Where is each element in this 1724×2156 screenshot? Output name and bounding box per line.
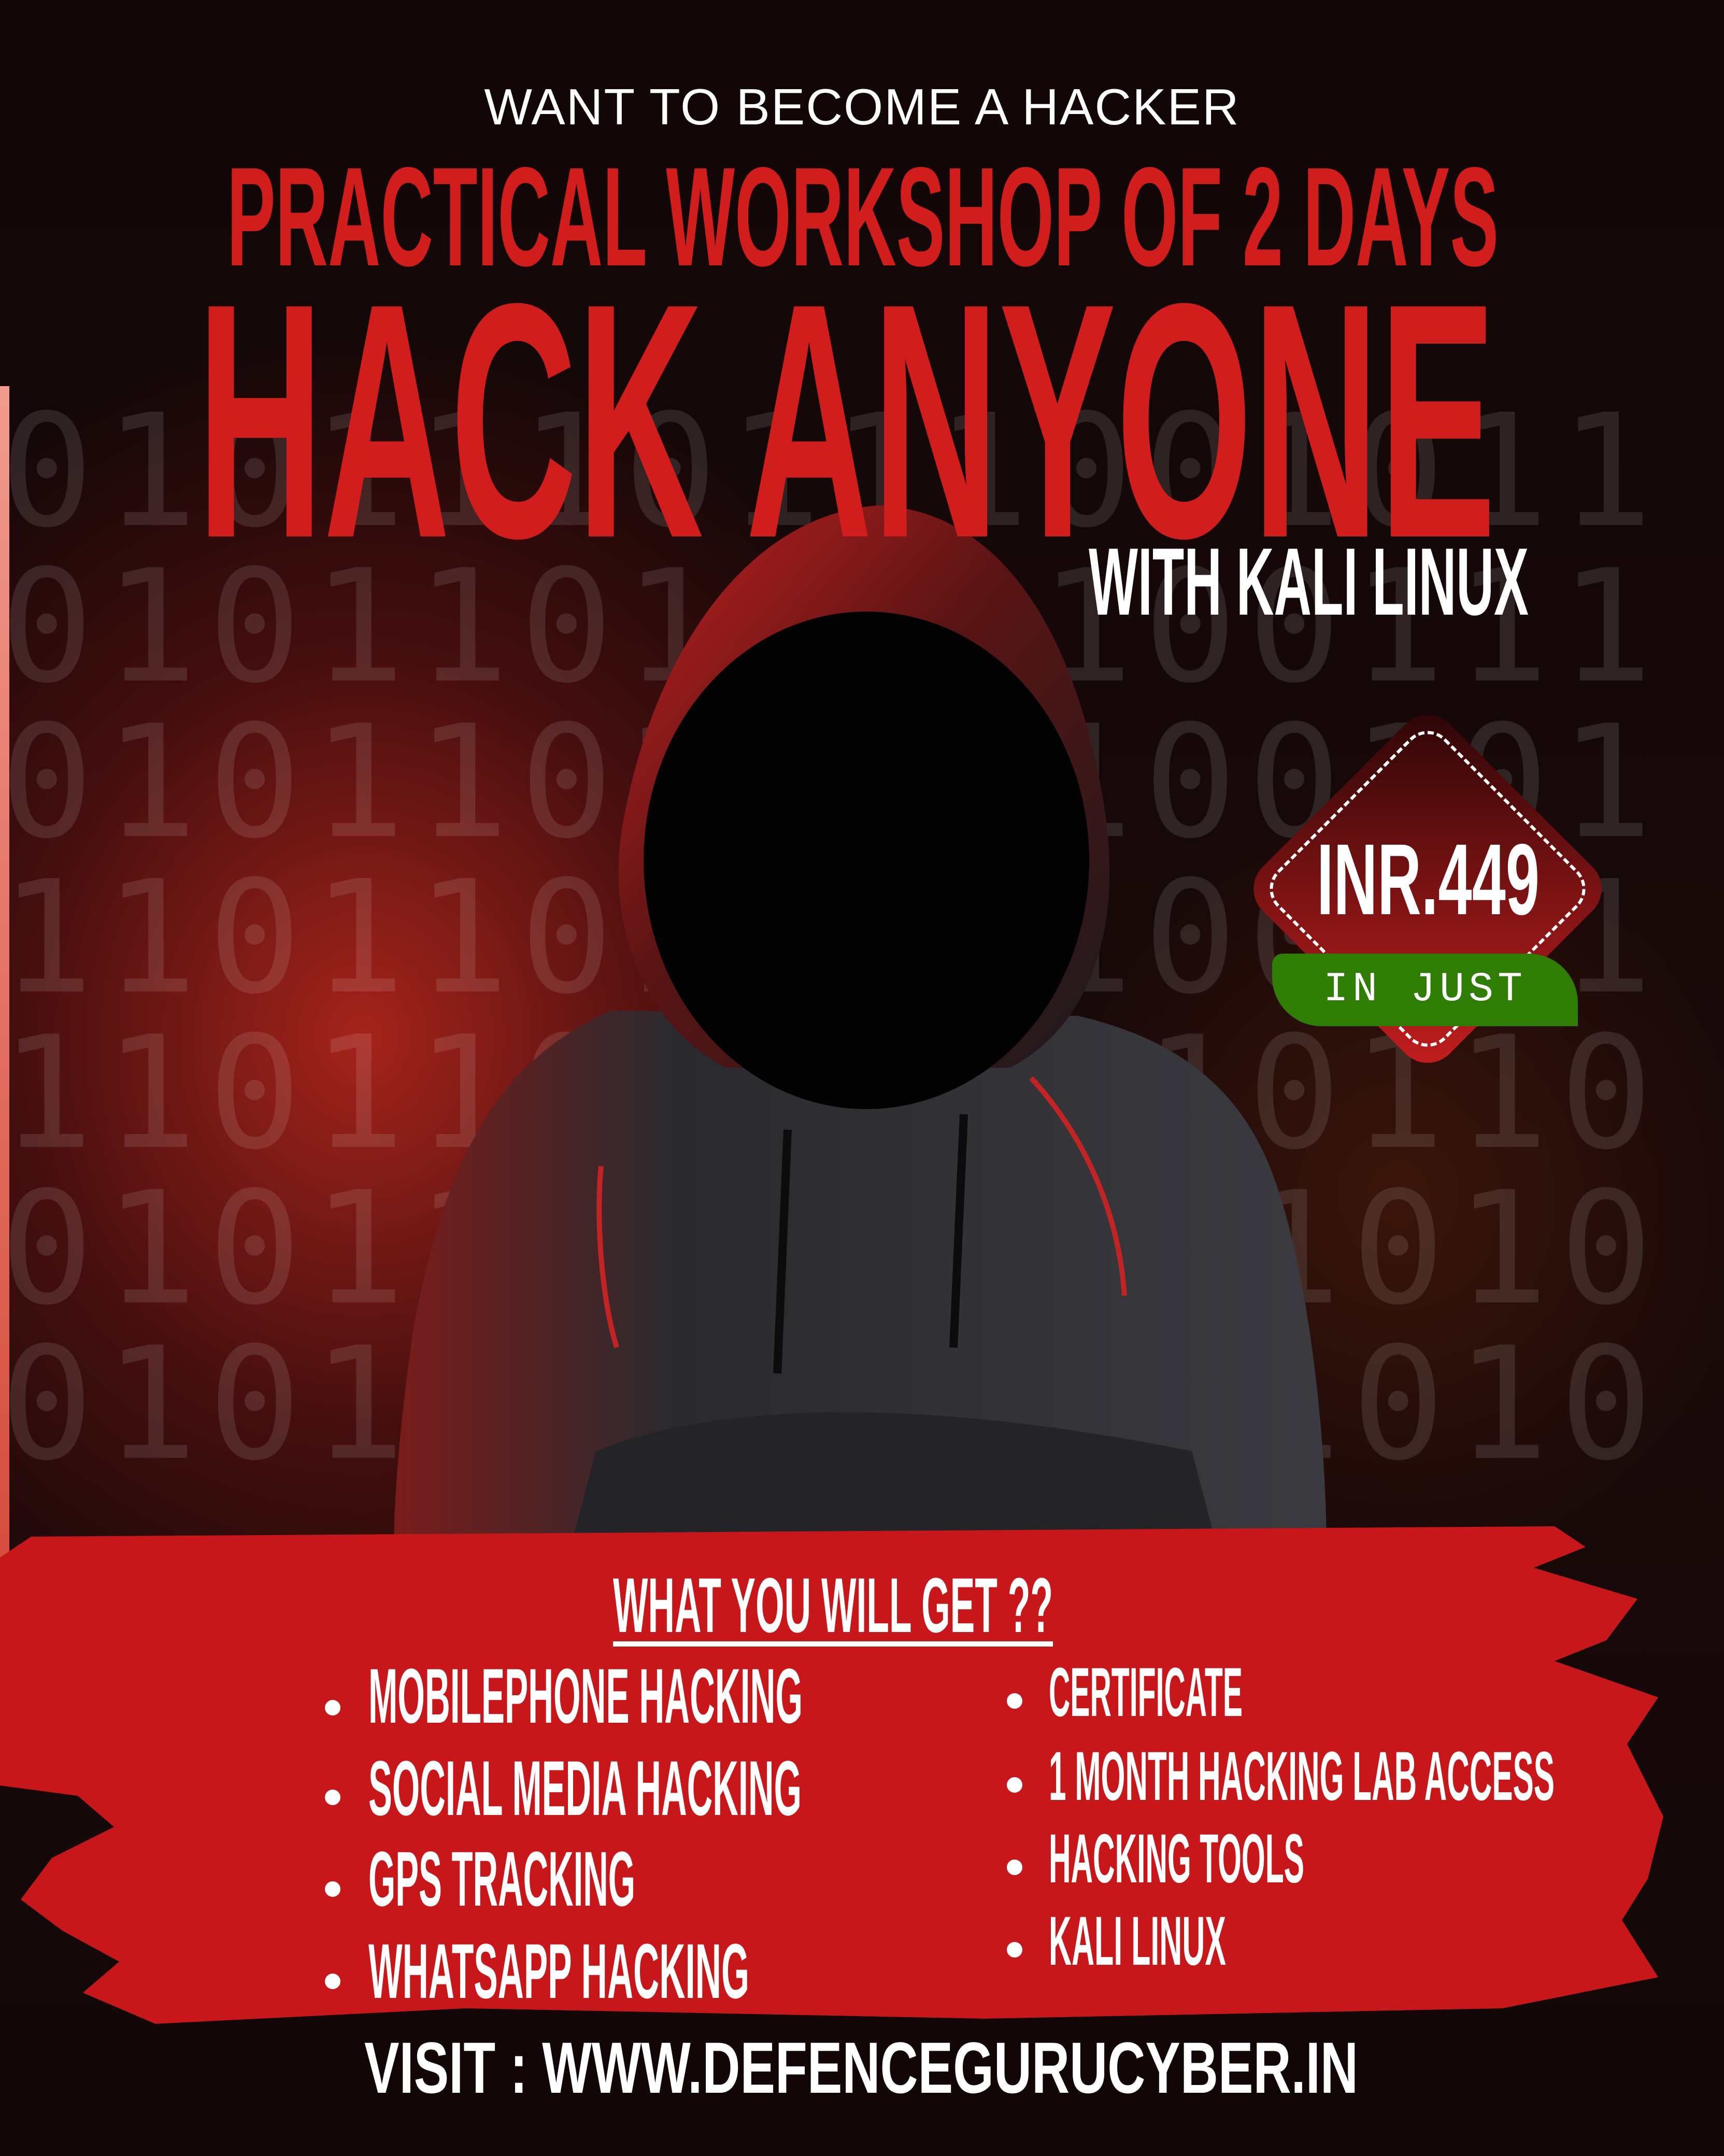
text-layer: PRACTICAL WORKSHOP OF 2 DAYS HACK ANYONE… xyxy=(197,138,1555,2108)
benefit-item: GPS TRACKING xyxy=(368,1835,635,1922)
benefit-item: WHATSAPP HACKING xyxy=(368,1927,749,2015)
benefits-heading: WHAT YOU WILL GET ?? xyxy=(613,1562,1053,1649)
bullet-icon xyxy=(325,1881,340,1897)
title-suffix: WITH KALI LINUX xyxy=(1089,529,1529,635)
benefit-item: CERTIFICATE xyxy=(1049,1654,1243,1731)
benefit-item: MOBILEPHONE HACKING xyxy=(368,1652,803,1739)
website-link[interactable]: VISIT : WWW.DEFENCEGURUCYBER.IN xyxy=(364,2027,1358,2108)
bullet-icon xyxy=(1007,1693,1022,1709)
bullet-icon xyxy=(1007,1777,1022,1793)
bullet-icon xyxy=(325,1790,340,1805)
bullet-icon xyxy=(1007,1942,1022,1958)
benefit-item: 1 MONTH HACKING LAB ACCESS xyxy=(1049,1738,1555,1815)
benefit-item: SOCIAL MEDIA HACKING xyxy=(368,1744,802,1832)
price-amount: INR.449 xyxy=(1317,823,1540,936)
bullet-icon xyxy=(1007,1860,1022,1875)
benefit-item: KALI LINUX xyxy=(1049,1903,1226,1980)
benefit-item: HACKING TOOLS xyxy=(1049,1820,1304,1897)
bullet-icon xyxy=(325,1974,340,1989)
bullet-icon xyxy=(325,1700,340,1715)
